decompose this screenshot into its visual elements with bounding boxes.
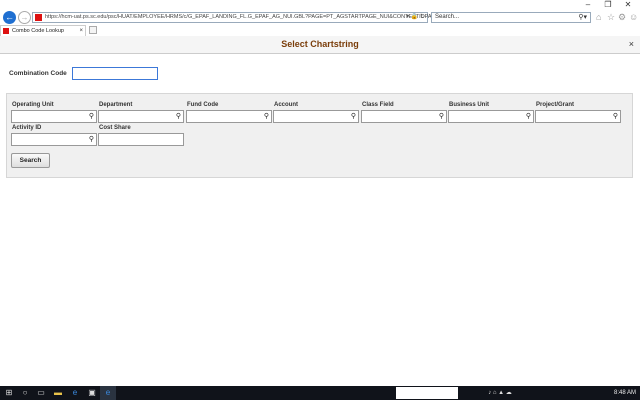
- class-field-label: Class Field: [362, 102, 394, 108]
- back-arrow-icon: ←: [5, 12, 14, 22]
- tab-title: Combo Code Lookup: [12, 28, 64, 34]
- edge-browser-icon[interactable]: e: [68, 386, 82, 400]
- site-favicon-icon: [35, 14, 42, 21]
- browser-search-placeholder: Search...: [435, 14, 460, 20]
- minimize-button[interactable]: –: [578, 0, 598, 10]
- cost-share-label: Cost Share: [99, 125, 131, 131]
- activity-id-input[interactable]: ⚲: [11, 133, 97, 146]
- search-icon[interactable]: ⚲: [351, 111, 356, 122]
- settings-gear-icon[interactable]: ⚙: [618, 12, 626, 23]
- url-text[interactable]: https://hcm-uat.ps.sc.edu/psc/HUAT/EMPLO…: [45, 13, 444, 22]
- internet-explorer-icon[interactable]: e: [100, 386, 116, 400]
- modal-header: Select Chartstring ×: [0, 36, 640, 54]
- browser-search-input[interactable]: Search... ⚲▾: [431, 12, 591, 23]
- account-label: Account: [274, 102, 298, 108]
- search-icon[interactable]: ⚲: [613, 111, 618, 122]
- window-title-bar: – ❐ ✕: [0, 0, 640, 10]
- new-tab-button[interactable]: [89, 26, 97, 34]
- search-button[interactable]: Search: [11, 153, 50, 168]
- back-button[interactable]: ←: [3, 11, 16, 24]
- operating-unit-label: Operating Unit: [12, 102, 54, 108]
- business-unit-label: Business Unit: [449, 102, 490, 108]
- maximize-button[interactable]: ❐: [598, 0, 618, 10]
- file-explorer-icon[interactable]: ▬: [51, 386, 65, 400]
- store-icon[interactable]: ▣: [85, 386, 99, 400]
- cost-share-input[interactable]: [98, 133, 184, 146]
- start-windows-icon[interactable]: ⊞: [2, 386, 16, 400]
- window-close-button[interactable]: ✕: [618, 0, 638, 10]
- fund-code-input[interactable]: ⚲: [186, 110, 272, 123]
- business-unit-input[interactable]: ⚲: [448, 110, 534, 123]
- project-grant-input[interactable]: ⚲: [535, 110, 621, 123]
- search-icon[interactable]: ⚲: [89, 111, 94, 122]
- taskbar-media-widget[interactable]: [396, 387, 458, 399]
- tab-close-icon[interactable]: ×: [79, 26, 83, 36]
- taskbar-clock[interactable]: 8:48 AM: [614, 386, 636, 400]
- search-icon[interactable]: ⚲: [89, 134, 94, 145]
- search-dropdown-icon[interactable]: ⚲▾: [578, 13, 587, 22]
- system-tray-icons[interactable]: ♪ ⌂ ▲ ☁: [470, 386, 530, 400]
- search-icon[interactable]: ⚲: [439, 111, 444, 122]
- activity-id-label: Activity ID: [12, 125, 42, 131]
- fund-code-label: Fund Code: [187, 102, 219, 108]
- forward-button[interactable]: →: [18, 11, 31, 24]
- favorites-star-icon[interactable]: ☆: [607, 12, 615, 23]
- department-input[interactable]: ⚲: [98, 110, 184, 123]
- search-icon[interactable]: ⚲: [264, 111, 269, 122]
- tab-combo-code-lookup[interactable]: Combo Code Lookup ×: [0, 25, 86, 36]
- feedback-smiley-icon[interactable]: ☺: [629, 12, 638, 23]
- modal-close-icon[interactable]: ×: [629, 36, 634, 53]
- combination-code-input[interactable]: [72, 67, 158, 80]
- taskbar-search-icon[interactable]: ○: [18, 386, 32, 400]
- modal-title: Select Chartstring: [281, 39, 359, 49]
- combination-code-label: Combination Code: [9, 70, 67, 77]
- home-icon[interactable]: ⌂: [596, 12, 601, 23]
- account-input[interactable]: ⚲: [273, 110, 359, 123]
- search-icon[interactable]: ⚲: [526, 111, 531, 122]
- task-view-icon[interactable]: ▭: [34, 386, 48, 400]
- project-grant-label: Project/Grant: [536, 102, 575, 108]
- operating-unit-input[interactable]: ⚲: [11, 110, 97, 123]
- forward-arrow-icon: →: [20, 13, 29, 22]
- department-label: Department: [99, 102, 133, 108]
- class-field-input[interactable]: ⚲: [361, 110, 447, 123]
- address-bar-controls[interactable]: ▾ 🔒 ↻: [406, 13, 425, 22]
- address-bar[interactable]: https://hcm-uat.ps.sc.edu/psc/HUAT/EMPLO…: [32, 12, 444, 23]
- search-icon[interactable]: ⚲: [176, 111, 181, 122]
- tab-favicon-icon: [3, 28, 9, 34]
